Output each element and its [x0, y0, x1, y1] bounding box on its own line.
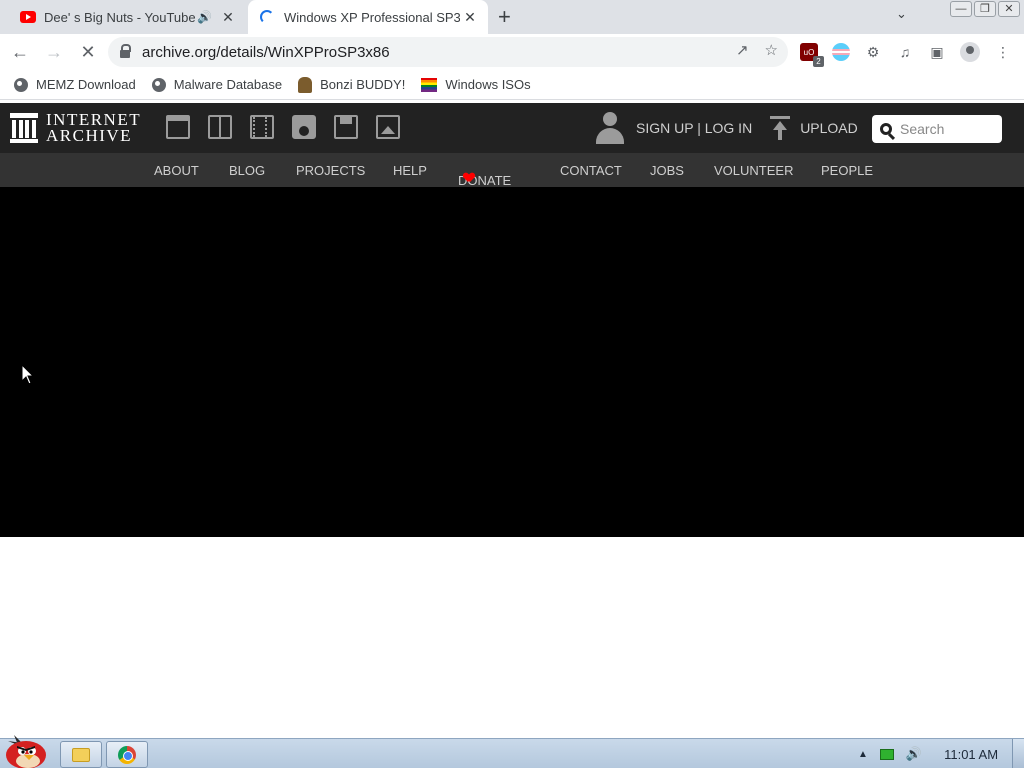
- bookmark-label: Malware Database: [173, 77, 283, 92]
- nav-people[interactable]: PEOPLE: [821, 163, 873, 178]
- ia-header: INTERNET ARCHIVE SIGN UP | LOG IN UPLOAD: [0, 103, 1024, 153]
- folder-icon: [72, 747, 90, 762]
- nav-help[interactable]: HELP: [393, 163, 427, 178]
- ia-logo[interactable]: INTERNET ARCHIVE: [10, 111, 141, 145]
- nav-about[interactable]: ABOUT: [154, 163, 199, 178]
- bookmark-label: Bonzi BUDDY!: [320, 77, 406, 92]
- system-tray: ▲ 🔊 11:01 AM: [858, 739, 998, 768]
- close-tab-icon[interactable]: ✕: [460, 9, 480, 26]
- youtube-icon: [20, 11, 36, 23]
- bookmark-malware-database[interactable]: Malware Database: [151, 77, 283, 92]
- ublock-origin-icon[interactable]: uO 2: [800, 43, 824, 67]
- show-desktop-button[interactable]: [1012, 739, 1024, 768]
- video-film-icon[interactable]: [250, 115, 274, 139]
- windows-taskbar: ▲ 🔊 11:01 AM: [0, 735, 1024, 768]
- nav-projects[interactable]: PROJECTS: [296, 163, 365, 178]
- rainbow-flag-icon: [421, 77, 438, 92]
- tab-title: Windows XP Professional SP3: [284, 9, 460, 25]
- user-icon[interactable]: [596, 112, 624, 144]
- nav-contact[interactable]: CONTACT: [560, 163, 622, 178]
- globe-icon: [151, 77, 166, 92]
- stop-loading-icon[interactable]: ✕: [74, 38, 102, 66]
- chrome-icon: [118, 745, 136, 764]
- bookmarks-bar: MEMZ Download Malware Database Bonzi BUD…: [0, 70, 1024, 100]
- texts-book-icon[interactable]: [208, 115, 232, 139]
- upload-link[interactable]: UPLOAD: [800, 120, 858, 136]
- window-controls: — ❐ ✕: [950, 1, 1020, 17]
- ia-nav-bar: ABOUT BLOG PROJECTS HELP DONATE CONTACT …: [0, 153, 1024, 188]
- ia-wordmark: INTERNET ARCHIVE: [46, 111, 141, 145]
- trans-flag-extension-icon[interactable]: [832, 43, 850, 61]
- start-angry-bird-icon[interactable]: [2, 731, 48, 768]
- close-window-icon[interactable]: ✕: [998, 1, 1020, 17]
- media-control-icon[interactable]: ♫: [896, 43, 914, 61]
- ia-account-area: SIGN UP | LOG IN UPLOAD: [596, 103, 858, 153]
- bookmark-bonzi-buddy[interactable]: Bonzi BUDDY!: [298, 76, 406, 93]
- media-type-icons: [166, 115, 400, 139]
- software-floppy-icon[interactable]: [334, 115, 358, 139]
- search-input[interactable]: [900, 121, 992, 137]
- clock[interactable]: 11:01 AM: [944, 747, 998, 762]
- bookmark-label: Windows ISOs: [445, 77, 531, 92]
- tab-title: Dee' s Big Nuts - YouTube: [44, 9, 196, 25]
- address-bar[interactable]: archive.org/details/WinXPProSP3x86 ↗ ☆: [108, 37, 788, 67]
- menu-kebab-icon[interactable]: ⋮: [994, 43, 1012, 61]
- browser-tab-strip: Dee' s Big Nuts - YouTube 🔊 ✕ Windows XP…: [0, 0, 1024, 34]
- globe-icon: [14, 77, 28, 92]
- heart-icon: [464, 173, 474, 181]
- archive-building-icon: [10, 113, 38, 143]
- tab-windows-xp[interactable]: Windows XP Professional SP3 ✕: [248, 0, 488, 34]
- restore-icon[interactable]: ❐: [974, 1, 996, 17]
- search-icon[interactable]: [880, 123, 892, 135]
- loading-spinner-icon: [260, 10, 274, 24]
- extension-badge: 2: [813, 56, 824, 67]
- back-arrow-icon[interactable]: ←: [6, 38, 34, 66]
- nav-jobs[interactable]: JOBS: [650, 163, 684, 178]
- browser-toolbar: ← → ✕ archive.org/details/WinXPProSP3x86…: [0, 34, 1024, 70]
- bonzi-icon: [298, 76, 313, 93]
- audio-speaker-icon[interactable]: [292, 115, 316, 139]
- tab-search-chevron-icon[interactable]: ⌄: [896, 6, 907, 22]
- images-icon[interactable]: [376, 115, 400, 139]
- taskbar-chrome-button[interactable]: [106, 741, 148, 768]
- minimize-icon[interactable]: —: [950, 1, 972, 17]
- bookmark-label: MEMZ Download: [36, 77, 136, 92]
- nav-blog[interactable]: BLOG: [229, 163, 265, 178]
- lock-icon[interactable]: [120, 44, 131, 58]
- forward-arrow-icon[interactable]: →: [40, 38, 68, 66]
- audio-playing-icon[interactable]: 🔊: [197, 10, 212, 24]
- upload-icon[interactable]: [770, 116, 791, 140]
- ia-logo-line2: ARCHIVE: [46, 126, 133, 145]
- profile-avatar-icon[interactable]: [960, 42, 980, 62]
- side-panel-icon[interactable]: ▣: [928, 43, 946, 61]
- new-tab-button[interactable]: +: [498, 4, 511, 30]
- bookmark-windows-isos[interactable]: Windows ISOs: [421, 77, 531, 92]
- item-player-area[interactable]: [0, 187, 1024, 537]
- close-tab-icon[interactable]: ✕: [218, 9, 238, 26]
- nav-volunteer[interactable]: VOLUNTEER: [714, 163, 793, 178]
- show-hidden-icons-icon[interactable]: ▲: [858, 749, 868, 760]
- signup-login-link[interactable]: SIGN UP | LOG IN: [636, 120, 752, 136]
- ia-search-box[interactable]: [872, 115, 1002, 143]
- network-icon[interactable]: [879, 748, 894, 760]
- volume-icon[interactable]: 🔊: [906, 746, 922, 762]
- extensions-area: uO 2 ⚙ ♫ ▣ ⋮: [800, 34, 1012, 70]
- url-text[interactable]: archive.org/details/WinXPProSP3x86: [142, 44, 390, 61]
- puzzle-extensions-icon[interactable]: ⚙: [864, 43, 882, 61]
- bookmark-memz[interactable]: MEMZ Download: [14, 77, 136, 92]
- web-archive-icon[interactable]: [166, 115, 190, 139]
- tab-youtube[interactable]: Dee' s Big Nuts - YouTube 🔊 ✕: [8, 0, 246, 34]
- share-icon[interactable]: ↗: [736, 41, 749, 59]
- bookmark-star-icon[interactable]: ☆: [765, 41, 778, 59]
- taskbar-explorer-button[interactable]: [60, 741, 102, 768]
